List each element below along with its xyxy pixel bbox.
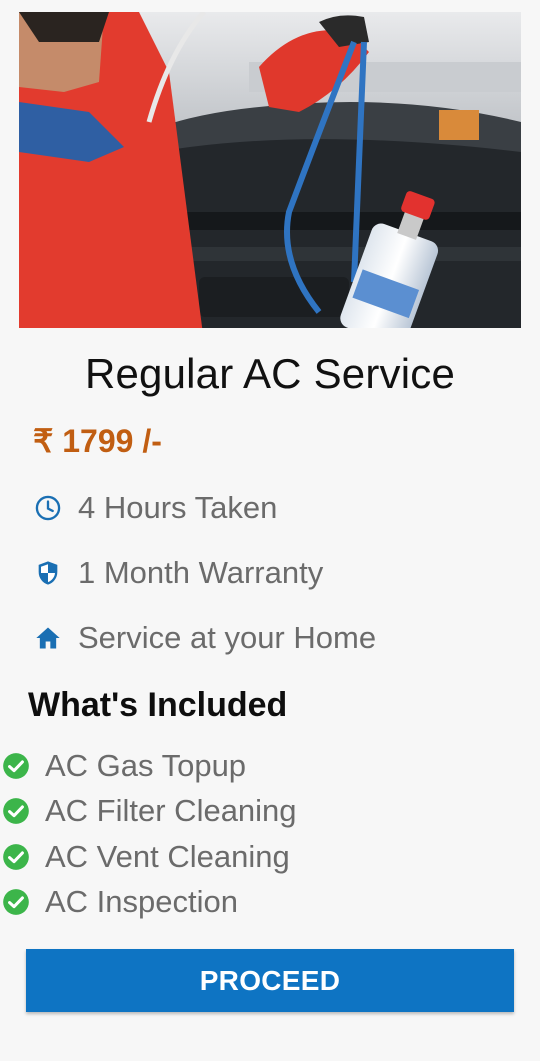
included-item-label: AC Vent Cleaning: [45, 839, 290, 874]
included-item: AC Gas Topup: [2, 746, 246, 786]
included-item: AC Filter Cleaning: [2, 791, 297, 831]
check-circle-icon: [3, 889, 29, 915]
home-icon: [34, 623, 64, 653]
feature-duration: 4 Hours Taken: [34, 488, 277, 528]
included-item: AC Vent Cleaning: [2, 837, 290, 877]
feature-location: Service at your Home: [34, 618, 376, 658]
feature-location-label: Service at your Home: [78, 620, 377, 655]
check-circle-icon: [3, 844, 29, 870]
shield-icon: [34, 558, 64, 588]
included-item-label: AC Filter Cleaning: [45, 793, 297, 828]
feature-warranty: 1 Month Warranty: [34, 553, 323, 593]
check-circle-icon: [3, 798, 29, 824]
hero-image: [19, 12, 521, 328]
check-circle-icon: [3, 753, 29, 779]
included-item: AC Inspection: [2, 882, 238, 922]
clock-icon: [34, 493, 64, 523]
included-item-label: AC Gas Topup: [45, 748, 247, 783]
feature-warranty-label: 1 Month Warranty: [78, 555, 324, 590]
service-detail-page: Regular AC Service ₹ 1799 /- 4 Hours Tak…: [0, 0, 540, 1061]
service-title: Regular AC Service: [84, 350, 456, 397]
whats-included-heading: What's Included: [28, 686, 288, 724]
included-item-label: AC Inspection: [45, 884, 238, 919]
proceed-button[interactable]: PROCEED: [26, 949, 514, 1012]
feature-duration-label: 4 Hours Taken: [78, 490, 278, 525]
service-price: ₹ 1799 /-: [33, 423, 162, 459]
